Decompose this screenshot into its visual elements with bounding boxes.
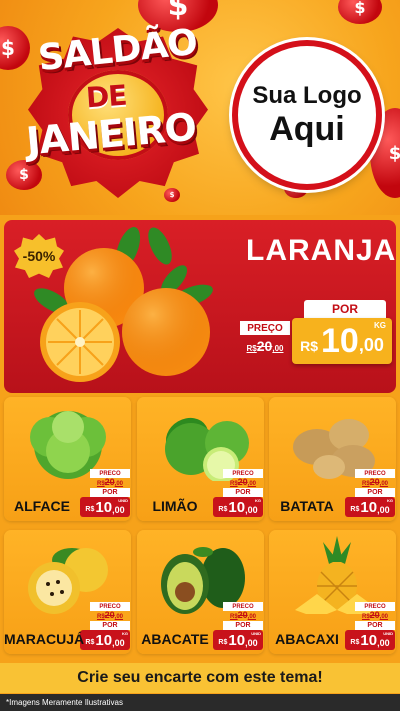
product-card[interactable]: PRECO R$20,00 POR R$ 10,00 UNID ABACAXI (269, 530, 396, 654)
old-price: R$20,00 (246, 338, 284, 354)
old-price: R$20,00 (96, 477, 124, 487)
featured-price: R$ 10 ,00 KG (292, 318, 392, 364)
old-price: R$20,00 (361, 477, 389, 487)
product-card[interactable]: PRECO R$20,00 POR R$ 10,00 KG MARACUJÁ (4, 530, 131, 654)
old-price-label: PREÇO (240, 321, 290, 335)
coin-icon: $ (0, 26, 30, 70)
product-price: R$ 10,00 UNID (213, 630, 263, 650)
product-name: MARACUJÁ (4, 631, 85, 647)
coin-icon: $ (164, 188, 180, 202)
por-label: POR (223, 488, 263, 497)
product-name: ABACATE (141, 631, 209, 647)
por-label: POR (355, 621, 395, 630)
product-price: R$ 10,00 KG (80, 630, 130, 650)
old-price: R$20,00 (229, 477, 257, 487)
cta-banner[interactable]: Crie seu encarte com este tema! (0, 663, 400, 693)
product-card[interactable]: PRECO R$20,00 POR R$ 10,00 UNID ALFACE (4, 397, 131, 521)
product-name: BATATA (280, 498, 334, 514)
coin-icon: $ (338, 0, 382, 24)
por-label: POR (355, 488, 395, 497)
product-price: R$ 10,00 UNID (80, 497, 130, 517)
coin-icon: $ (6, 160, 42, 190)
product-price: R$ 10,00 KG (345, 497, 395, 517)
product-name: LIMÃO (152, 498, 198, 514)
product-name: ALFACE (14, 498, 70, 514)
product-price: R$ 10,00 UNID (345, 630, 395, 650)
product-card[interactable]: PRECO R$20,00 POR R$ 10,00 UNID ABACATE (137, 530, 264, 654)
featured-product-name: LARANJA (246, 234, 396, 267)
old-price: R$20,00 (361, 610, 389, 620)
product-price: R$ 10,00 KG (213, 497, 263, 517)
product-name: ABACAXI (275, 631, 339, 647)
por-label: POR (304, 300, 386, 318)
por-label: POR (90, 488, 130, 497)
title-line-2: DE (84, 78, 128, 115)
featured-product-card[interactable]: -50% LARANJA PREÇO R$20,00 POR R$ 10 ,00… (4, 220, 396, 393)
logo-placeholder[interactable]: Sua Logo Aqui (232, 40, 382, 190)
logo-text-2: Aqui (269, 110, 345, 148)
por-label: POR (223, 621, 263, 630)
disclaimer-text: *Imagens Meramente Ilustrativas (0, 694, 400, 711)
promo-banner: $ $ $ $ $ $ $ SALDÃO DE JANEIRO Sua Logo… (0, 0, 400, 215)
por-label: POR (90, 621, 130, 630)
product-card[interactable]: PRECO R$20,00 POR R$ 10,00 KG BATATA (269, 397, 396, 521)
old-price: R$20,00 (96, 610, 124, 620)
logo-text-1: Sua Logo (252, 82, 362, 109)
old-price: R$20,00 (229, 610, 257, 620)
product-card[interactable]: PRECO R$20,00 POR R$ 10,00 KG LIMÃO (137, 397, 264, 521)
